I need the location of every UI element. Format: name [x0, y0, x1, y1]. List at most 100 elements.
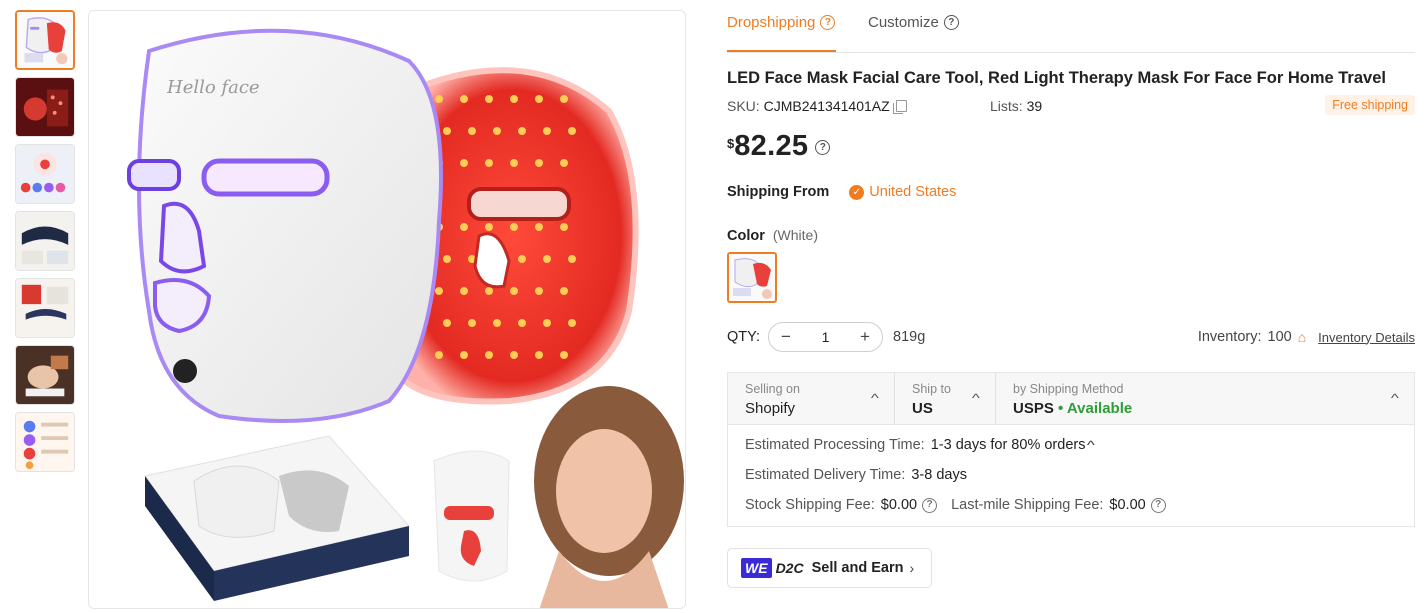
help-icon[interactable]: ?: [943, 15, 959, 30]
thumbnail-4[interactable]: [15, 211, 75, 271]
lastmile-fee-label: Last-mile Shipping Fee:: [951, 497, 1104, 513]
tab-customize[interactable]: Customize ?: [868, 14, 959, 31]
led-dot: [510, 95, 518, 103]
led-dot: [510, 159, 518, 167]
led-dot: [518, 319, 526, 327]
selling-on-label: Selling on: [745, 382, 800, 396]
thumbnail-3[interactable]: [15, 144, 75, 204]
tab-customize-label: Customize: [868, 14, 939, 31]
tab-dropshipping[interactable]: Dropshipping ?: [727, 14, 836, 31]
led-dot: [485, 351, 493, 359]
lists-value: 39: [1026, 98, 1043, 114]
chevron-right-icon: ›: [909, 560, 915, 576]
delivery-value: 3-8 days: [911, 467, 967, 483]
led-dot: [493, 319, 501, 327]
thumbnail-2[interactable]: [15, 77, 75, 137]
led-dot: [468, 127, 476, 135]
led-dot: [435, 287, 443, 295]
selling-on-select[interactable]: Selling on Shopify ^: [728, 373, 895, 425]
thumbnail-1[interactable]: [15, 10, 75, 70]
led-dot: [535, 287, 543, 295]
chevron-up-icon: ^: [972, 391, 981, 405]
main-product-image[interactable]: Hello face: [88, 10, 686, 609]
we-logo: WE: [741, 558, 772, 578]
d2c-logo: D2C: [775, 560, 804, 576]
tab-dropshipping-label: Dropshipping: [727, 14, 816, 31]
shipping-from-country[interactable]: ✓ United States: [849, 184, 956, 200]
led-dot: [560, 351, 568, 359]
shipping-method-select[interactable]: by Shipping Method USPS • Available ^: [996, 373, 1414, 425]
thumbnail-5[interactable]: [15, 278, 75, 338]
led-dot: [568, 255, 576, 263]
processing-time: Estimated Processing Time: 1-3 days for …: [745, 437, 1095, 453]
quantity-stepper: − 1 +: [768, 322, 883, 352]
chevron-up-icon: ^: [1391, 391, 1400, 405]
lists-label: Lists:: [990, 98, 1023, 114]
inventory-details-link[interactable]: Inventory Details: [1318, 330, 1415, 345]
color-swatch-white[interactable]: [727, 252, 777, 303]
color-selector: Color (White): [727, 227, 818, 244]
processing-label: Estimated Processing Time:: [745, 437, 925, 453]
led-dot: [485, 95, 493, 103]
color-selected: (White): [772, 227, 819, 243]
led-dot: [535, 159, 543, 167]
ship-to-label: Ship to: [912, 382, 951, 396]
led-dot: [460, 223, 468, 231]
increase-button[interactable]: +: [857, 327, 873, 347]
processing-value: 1-3 days for 80% orders: [930, 437, 1086, 453]
ship-to-value: US: [912, 400, 933, 417]
led-dot: [460, 95, 468, 103]
decrease-button[interactable]: −: [778, 327, 794, 347]
availability-status: • Available: [1058, 400, 1133, 417]
warehouse-icon: ⌂: [1297, 329, 1307, 345]
shipping-method-label: by Shipping Method: [1013, 382, 1124, 396]
copy-icon[interactable]: [892, 100, 907, 114]
thumbnail-6[interactable]: [15, 345, 75, 405]
thumbnail-gallery: [15, 10, 75, 479]
led-dot: [518, 255, 526, 263]
help-icon[interactable]: ?: [922, 497, 938, 513]
thumbnail-7[interactable]: [15, 412, 75, 472]
led-dot: [460, 287, 468, 295]
inventory: Inventory: 100 ⌂ Inventory Details: [1198, 329, 1415, 345]
led-dot: [485, 223, 493, 231]
led-dot: [560, 223, 568, 231]
sell-and-earn-label: Sell and Earn: [811, 560, 904, 576]
chevron-up-icon[interactable]: ^: [1087, 438, 1095, 452]
shipping-box: Selling on Shopify ^ Ship to US ^ by Shi…: [727, 372, 1415, 527]
shipping-fees: Stock Shipping Fee: $0.00 ? Last-mile Sh…: [745, 497, 1166, 513]
inventory-value: 100: [1267, 329, 1292, 345]
led-dot: [468, 319, 476, 327]
led-dot: [443, 127, 451, 135]
quantity-value[interactable]: 1: [822, 329, 830, 345]
selling-on-value: Shopify: [745, 400, 796, 417]
quantity-row: QTY: − 1 + 819g Inventory: 100 ⌂ Invento…: [727, 322, 1415, 354]
help-icon[interactable]: ?: [820, 15, 836, 30]
stock-fee-label: Stock Shipping Fee:: [745, 497, 875, 513]
color-label: Color: [727, 228, 765, 244]
led-dot: [485, 287, 493, 295]
product-title: LED Face Mask Facial Care Tool, Red Ligh…: [727, 69, 1386, 87]
led-dot: [560, 287, 568, 295]
sku-row: SKU: CJMB241341401AZ Lists: 39 Free ship…: [727, 95, 1415, 115]
shipping-from: Shipping From ✓ United States: [727, 184, 956, 200]
sell-and-earn-button[interactable]: WE D2C Sell and Earn ›: [727, 548, 932, 588]
check-icon: ✓: [849, 184, 865, 200]
ship-to-select[interactable]: Ship to US ^: [895, 373, 996, 425]
led-dot: [560, 95, 568, 103]
led-dot: [543, 319, 551, 327]
mask-brand-text: Hello face: [166, 77, 260, 98]
led-dot: [435, 95, 443, 103]
led-dot: [543, 127, 551, 135]
help-icon[interactable]: ?: [1150, 497, 1166, 513]
led-dot: [460, 351, 468, 359]
shipping-header: Selling on Shopify ^ Ship to US ^ by Shi…: [728, 373, 1414, 425]
sku-label: SKU:: [727, 98, 760, 114]
led-dot: [485, 159, 493, 167]
free-shipping-badge: Free shipping: [1325, 95, 1415, 115]
price-help-icon[interactable]: ?: [815, 140, 831, 155]
led-dot: [460, 159, 468, 167]
led-dot: [443, 319, 451, 327]
chevron-up-icon: ^: [871, 391, 880, 405]
led-dot: [568, 319, 576, 327]
